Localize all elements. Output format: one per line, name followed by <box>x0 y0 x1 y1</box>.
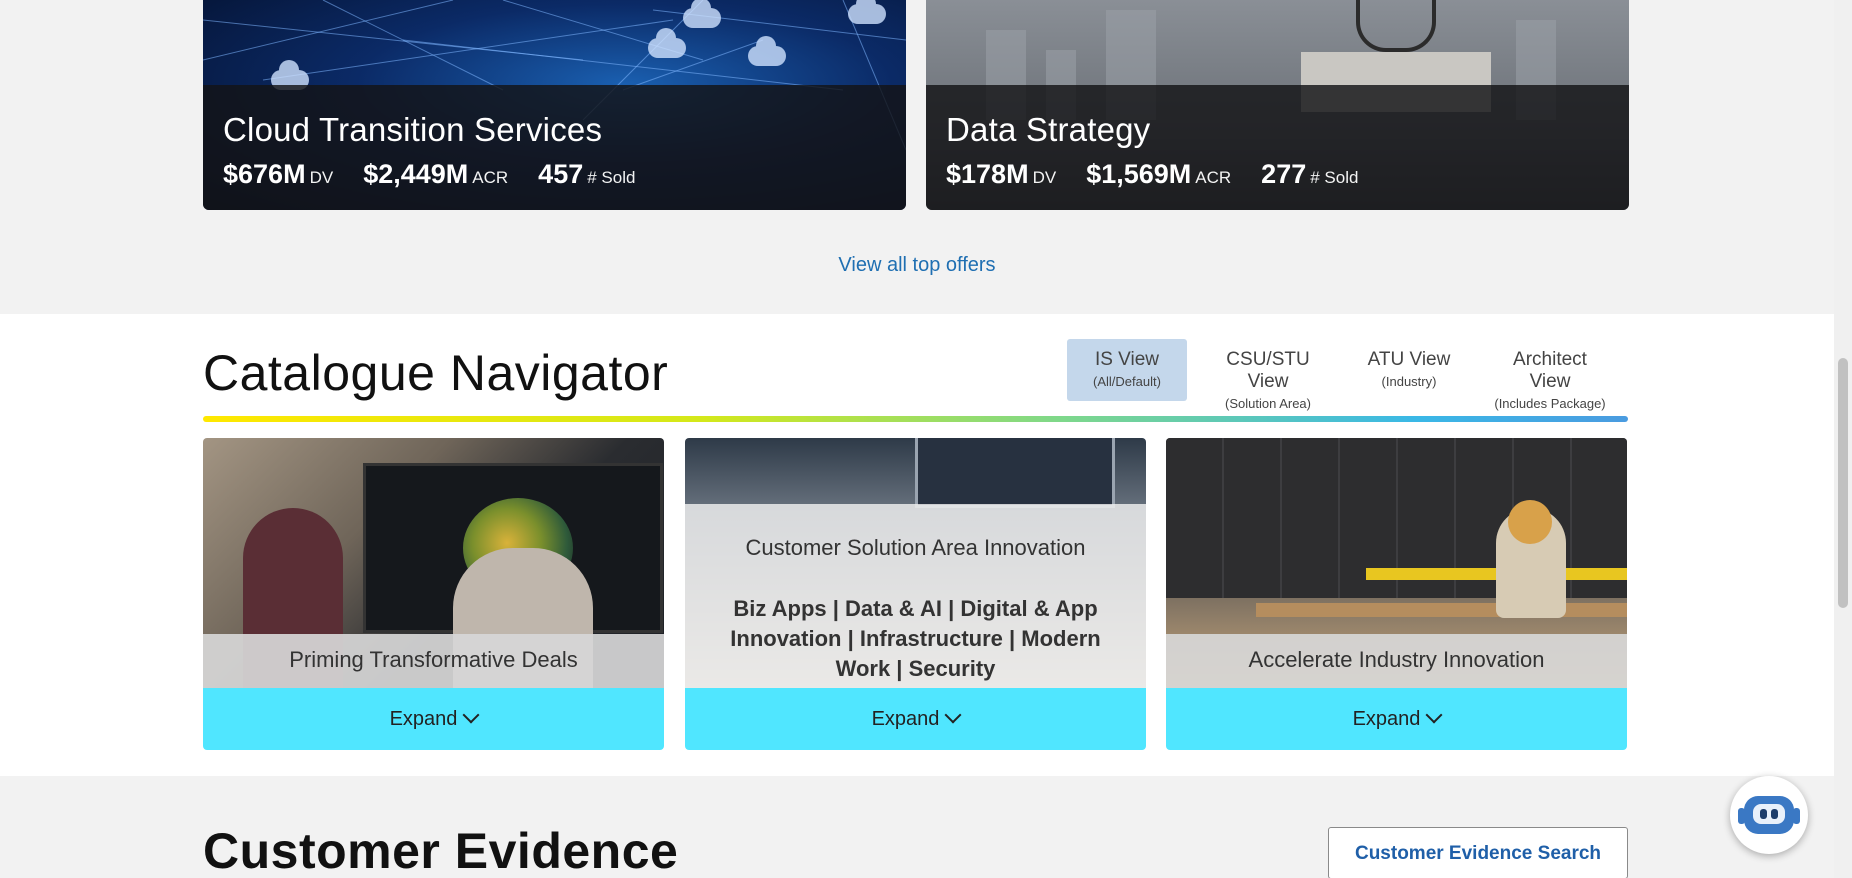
expand-label: Expand <box>389 708 458 730</box>
view-all-top-offers-link[interactable]: View all top offers <box>0 254 1834 277</box>
view-switcher: IS View (All/Default) CSU/STU View (Solu… <box>1067 339 1631 411</box>
catalogue-navigator-section: Catalogue Navigator IS View (All/Default… <box>0 314 1834 776</box>
scrollbar-thumb[interactable] <box>1838 358 1848 608</box>
tab-label: IS View <box>1094 349 1160 370</box>
cloud-shape <box>683 0 721 28</box>
person-head-shape <box>1508 500 1552 544</box>
tab-label: CSU/STU View <box>1226 349 1310 392</box>
expand-button[interactable]: Expand <box>685 688 1146 750</box>
chevron-down-icon <box>944 706 962 724</box>
page-scrollbar[interactable] <box>1834 0 1852 878</box>
top-offers-section: Cloud Transition Services $676M DV $2,449… <box>0 0 1834 314</box>
tab-label: Architect View <box>1513 349 1587 392</box>
section-title: Customer Evidence <box>203 823 679 878</box>
stat-sold: 457 # Sold <box>538 159 636 189</box>
laptop-shape <box>915 438 1115 508</box>
desk-shape <box>1256 603 1627 617</box>
tab-label: ATU View <box>1367 349 1451 370</box>
expand-button[interactable]: Expand <box>1166 688 1627 750</box>
offer-card-data-strategy[interactable]: Data Strategy $178M DV $1,569M ACR 277 # So… <box>926 0 1629 210</box>
navigator-card-solution-area[interactable]: Customer Solution Area Innovation Biz Ap… <box>685 438 1146 750</box>
offer-title: Cloud Transition Services <box>223 111 603 148</box>
card-label: Priming Transformative Deals <box>203 634 664 688</box>
robot-face <box>1753 804 1785 824</box>
offer-card-cloud-transition[interactable]: Cloud Transition Services $676M DV $2,449… <box>203 0 906 210</box>
cloud-shape <box>648 28 686 58</box>
robot-ear <box>1793 808 1800 824</box>
stat-acr: $2,449M ACR <box>363 159 509 189</box>
section-title: Catalogue Navigator <box>203 345 669 401</box>
offer-info: Cloud Transition Services $676M DV $2,449… <box>203 85 906 210</box>
card-overlay: Customer Solution Area Innovation Biz Ap… <box>685 504 1146 688</box>
navigator-card-priming-deals[interactable]: Priming Transformative Deals Expand <box>203 438 664 750</box>
tab-architect-view[interactable]: Architect View (Includes Package) <box>1490 339 1610 411</box>
navigator-card-industry[interactable]: Accelerate Industry Innovation Expand <box>1166 438 1627 750</box>
chevron-down-icon <box>462 706 480 724</box>
stat-sold: 277 # Sold <box>1261 159 1359 189</box>
card-label: Accelerate Industry Innovation <box>1166 634 1627 688</box>
stat-dv: $676M DV <box>223 159 334 189</box>
offer-info: Data Strategy $178M DV $1,569M ACR 277 # So… <box>926 85 1629 210</box>
customer-evidence-section: Customer Evidence Customer Evidence Sear… <box>0 776 1834 878</box>
tab-sublabel: (Industry) <box>1381 374 1437 389</box>
offer-stats: $676M DV $2,449M ACR 457 # Sold <box>223 159 886 190</box>
tab-sublabel: (Solution Area) <box>1225 396 1311 411</box>
expand-button[interactable]: Expand <box>203 688 664 750</box>
robot-eye <box>1760 809 1767 819</box>
robot-chat-icon <box>1744 796 1794 834</box>
card-label: Customer Solution Area Innovation <box>745 535 1086 560</box>
chevron-down-icon <box>1425 706 1443 724</box>
stat-dv: $178M DV <box>946 159 1057 189</box>
tab-csu-stu-view[interactable]: CSU/STU View (Solution Area) <box>1208 339 1328 411</box>
chatbot-button[interactable] <box>1730 776 1808 854</box>
drone-shape <box>1356 0 1436 52</box>
customer-evidence-search-button[interactable]: Customer Evidence Search <box>1328 827 1628 878</box>
expand-label: Expand <box>871 708 940 730</box>
cloud-shape <box>748 36 786 66</box>
tab-sublabel: (Includes Package) <box>1494 396 1606 411</box>
card-description: Biz Apps | Data & AI | Digital & App Inn… <box>730 596 1101 681</box>
offer-stats: $178M DV $1,569M ACR 277 # Sold <box>946 159 1609 190</box>
tab-atu-view[interactable]: ATU View (Industry) <box>1349 339 1469 401</box>
tab-is-view[interactable]: IS View (All/Default) <box>1067 339 1187 401</box>
stat-acr: $1,569M ACR <box>1086 159 1232 189</box>
expand-label: Expand <box>1352 708 1421 730</box>
tab-sublabel: (All/Default) <box>1093 374 1161 389</box>
gradient-divider <box>203 416 1628 422</box>
cloud-shape <box>848 0 886 24</box>
offer-title: Data Strategy <box>946 111 1151 148</box>
robot-eye <box>1771 809 1778 819</box>
